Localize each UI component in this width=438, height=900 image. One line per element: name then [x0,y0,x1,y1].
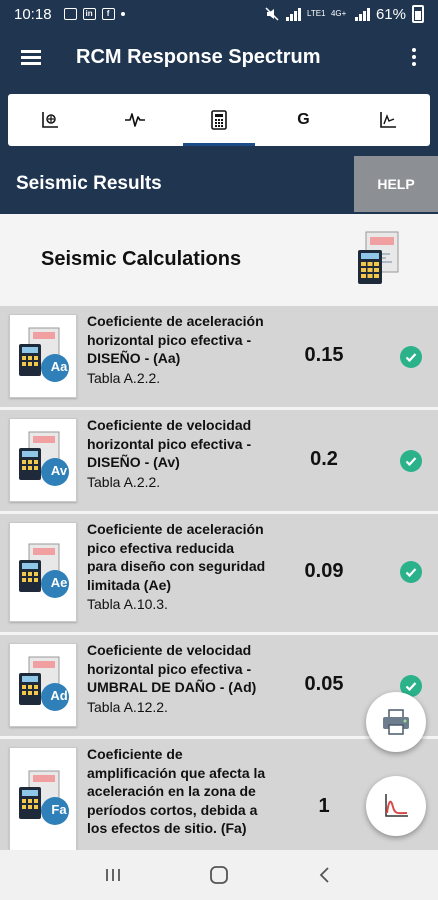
spectrum-curve-icon [385,794,408,817]
row-thumbnail: Ae [9,522,77,622]
row-badge: Ae [50,575,68,590]
row-value: 1 [318,795,330,817]
hamburger-icon [21,50,41,65]
row-value: 0.2 [310,448,338,470]
tab-plot[interactable] [346,94,430,146]
signal-2-icon [354,7,370,21]
tab-calculator[interactable] [177,94,261,146]
row-reference: Tabla A.2.2. [87,473,161,490]
more-options-button[interactable] [390,28,438,86]
result-row-av[interactable]: Av Coeficiente de velocidad horizontal p… [0,410,438,511]
tab-g[interactable]: G [261,94,345,146]
check-icon [400,450,422,472]
calculator-badge-icon [19,431,69,486]
result-row-aa[interactable]: Aa Coeficiente de aceleración horizontal… [0,306,438,407]
gallery-icon [63,8,77,20]
row-title: Coeficiente de aceleración pico efectiva… [87,521,266,593]
row-badge: Av [50,463,68,478]
section-title: Seismic Results [16,173,162,194]
row-value: 0.09 [304,560,344,582]
section-header: Seismic Results HELP [0,156,438,212]
printer-icon [383,709,409,735]
row-badge: Fa [51,802,67,817]
back-icon [319,867,329,883]
result-row-ae[interactable]: Ae Coeficiente de aceleración pico efect… [0,514,438,632]
tab-spectrum[interactable] [8,94,92,146]
home-icon [210,866,228,884]
facebook-icon: f [101,8,115,20]
back-button[interactable] [305,855,345,895]
battery-percent: 61% [375,5,406,23]
row-thumbnail: Fa [9,747,77,850]
row-reference: Tabla A.2.2. [87,369,161,386]
row-badge: Aa [50,359,68,374]
g-letter-icon: G [297,111,310,128]
check-icon [400,561,422,583]
spectrum-chart-icon [42,112,59,128]
row-description: Coeficiente de velocidad horizontal pico… [87,641,267,717]
tab-bar: G [8,94,430,146]
row-reference: Tabla A.10.3. [87,596,168,612]
notification-dot-icon [120,12,125,16]
row-value: 0.05 [304,673,344,695]
calc-header: Seismic Calculations [0,214,438,304]
calc-title: Seismic Calculations [41,247,242,270]
app-bar: RCM Response Spectrum [0,28,438,86]
row-title: Coeficiente de velocidad horizontal pico… [87,642,257,695]
row-thumbnail: Aa [9,314,77,398]
calculator-badge-icon [19,770,69,825]
calculator-badge-icon [19,543,69,598]
print-button[interactable] [366,692,426,752]
row-title: Coeficiente de velocidad horizontal pico… [87,417,252,470]
calculator-badge-icon [19,656,69,711]
row-title: Coeficiente de amplificación que afecta … [87,746,266,836]
battery-icon [412,5,424,23]
calculator-badge-icon [19,327,69,382]
linkedin-icon: in [82,8,96,20]
row-badge: Ad [50,688,68,703]
row-reference: Tabla A.12.2. [87,698,168,715]
system-nav-bar [0,850,438,900]
tab-waveform[interactable] [92,94,176,146]
mute-icon [265,7,279,21]
plot-chart-icon [380,112,396,128]
row-value: 0.15 [304,344,344,366]
waveform-icon [124,113,145,127]
row-description: Coeficiente de velocidad horizontal pico… [87,416,267,492]
calculator-document-icon [358,231,399,284]
recents-button[interactable] [93,855,133,895]
recents-icon [106,869,120,881]
signal-icon [285,7,301,21]
app-title: RCM Response Spectrum [76,45,321,68]
data-label: 4G+ [330,9,347,18]
check-icon [400,346,422,368]
calculator-icon [211,110,227,130]
row-title: Coeficiente de aceleración horizontal pi… [87,313,264,366]
row-description: Coeficiente de amplificación que afecta … [87,745,267,838]
row-thumbnail: Av [9,418,77,502]
status-bar: 10:18 in f LTE1 4G+ 61% [0,0,438,28]
row-thumbnail: Ad [9,643,77,727]
results-list[interactable]: Seismic Calculations Aa Coeficiente de a… [0,214,438,850]
row-description: Coeficiente de aceleración horizontal pi… [87,312,267,388]
home-button[interactable] [199,855,239,895]
spectrum-chart-button[interactable] [366,776,426,836]
help-button[interactable]: HELP [354,156,438,212]
row-description: Coeficiente de aceleración pico efectiva… [87,520,267,614]
carrier-label: LTE1 [306,9,326,18]
status-time: 10:18 [14,5,52,23]
menu-button[interactable] [0,28,62,86]
